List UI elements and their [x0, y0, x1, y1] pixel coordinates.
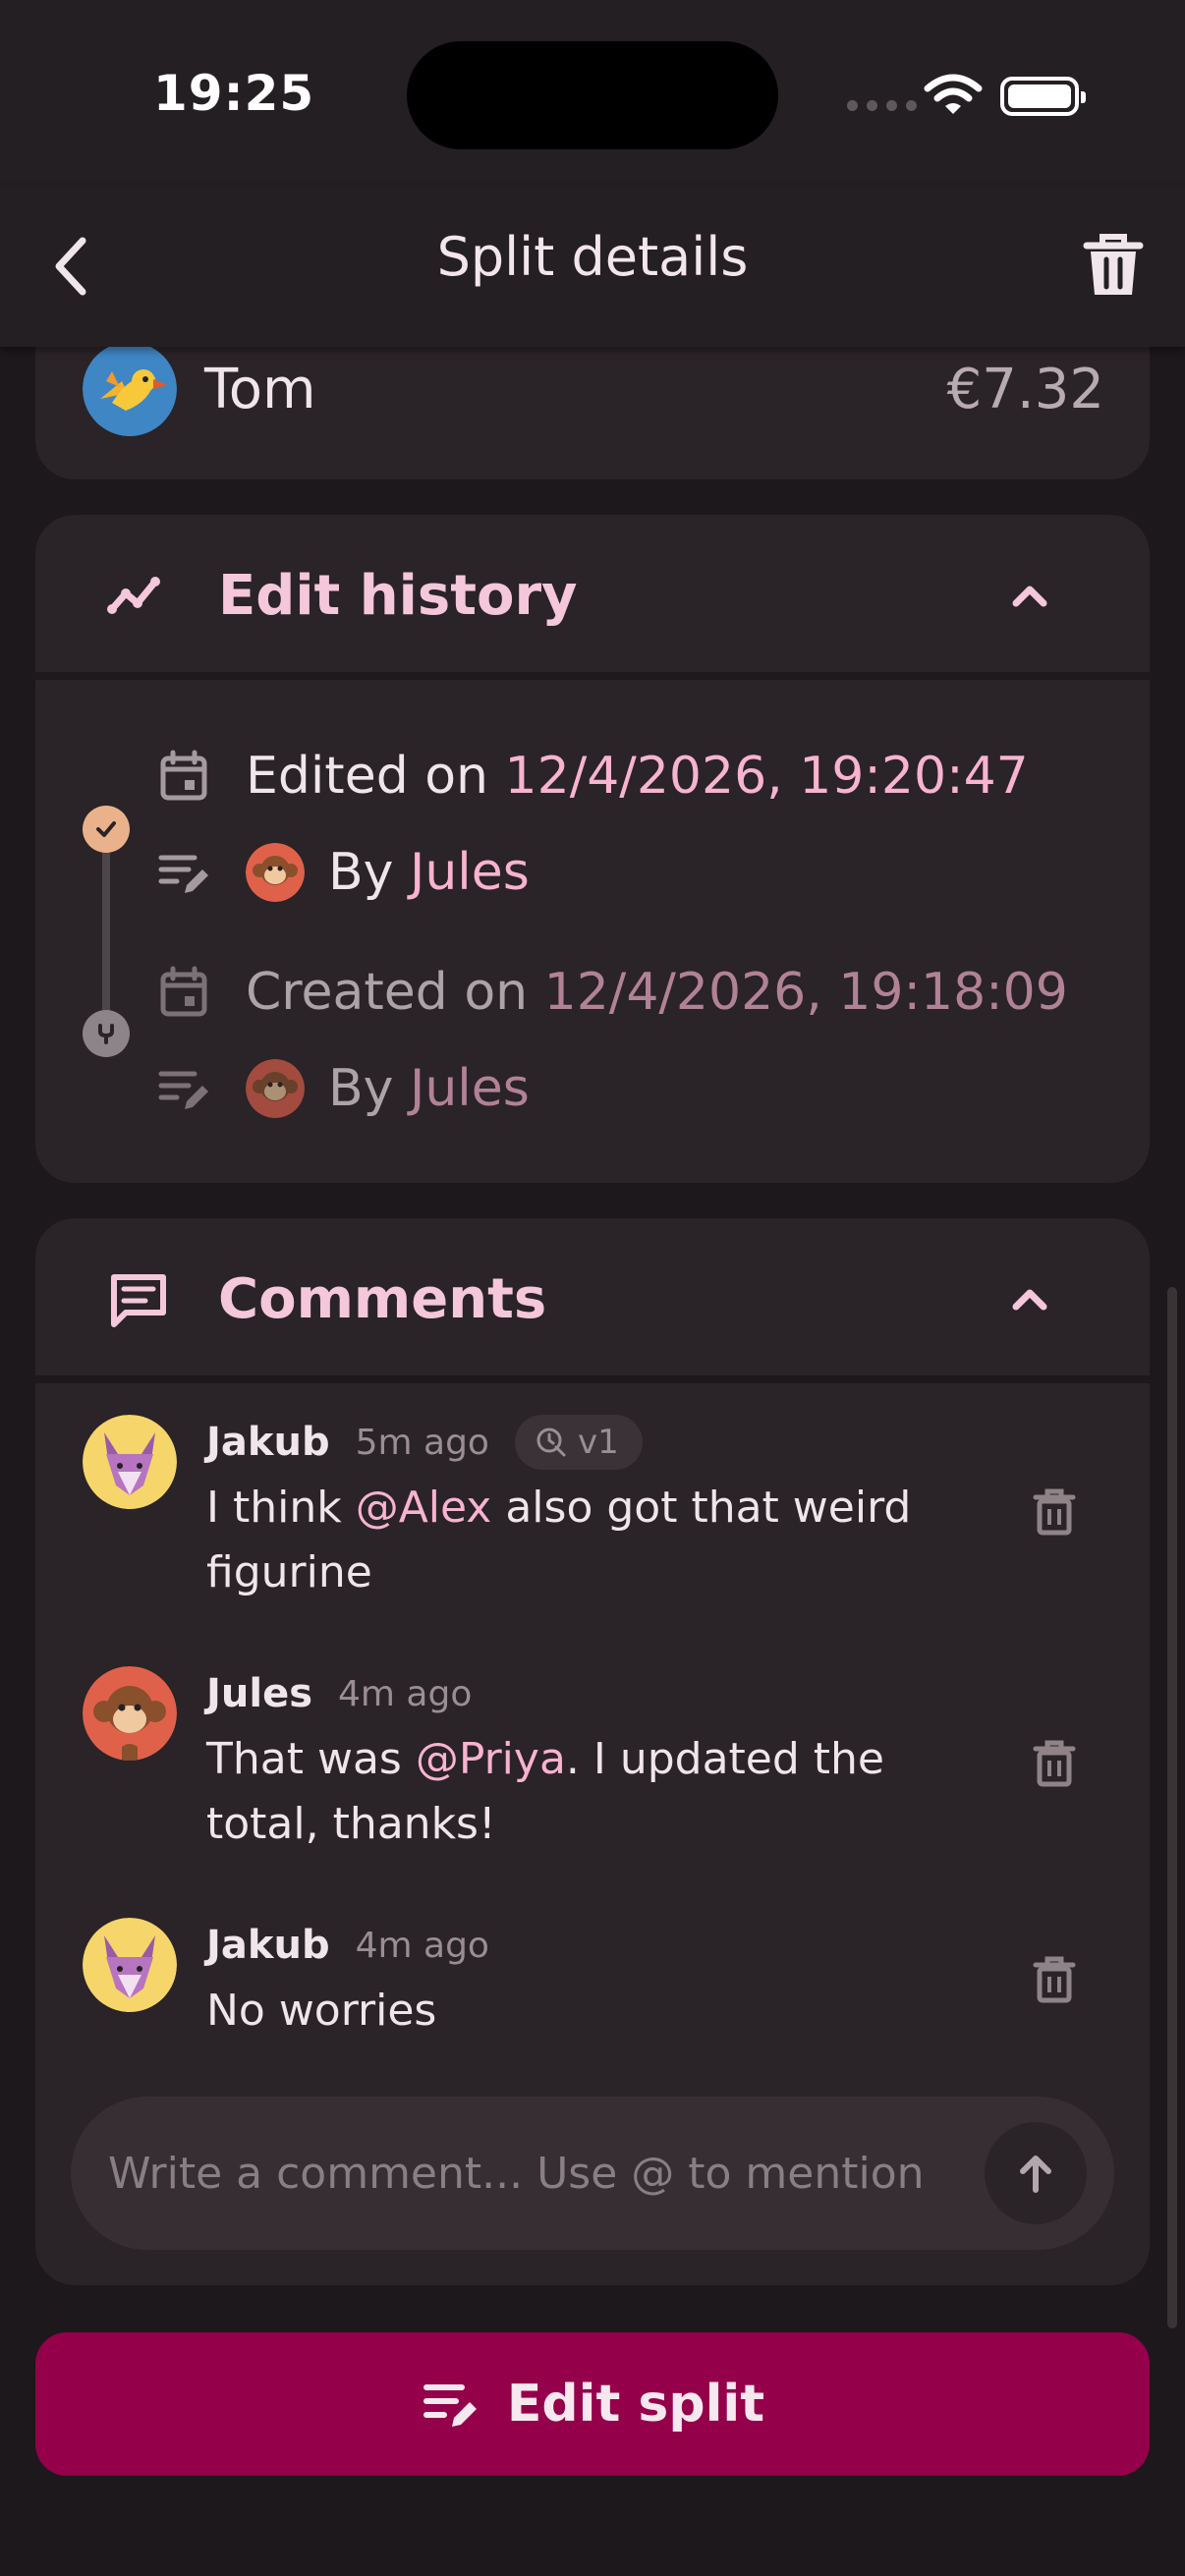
- created-entry-date: Created on 12/4/2026, 19:18:09: [155, 963, 1068, 1022]
- version-icon: [536, 1428, 566, 1457]
- battery-icon: [1000, 77, 1086, 116]
- comment-author: Jakub: [206, 1420, 330, 1465]
- edit-entry-author: By Jules: [155, 843, 530, 902]
- comment-text-part: I think: [206, 1483, 356, 1533]
- trash-icon[interactable]: [1030, 1737, 1079, 1790]
- payer-row[interactable]: Tom €7.32: [83, 342, 1104, 436]
- payer-name: Tom: [204, 357, 316, 421]
- check-icon: [83, 806, 130, 853]
- comment-header: Jules 4m ago: [206, 1666, 472, 1721]
- comment-item: Jules 4m ago That was @Priya. I updated …: [83, 1666, 1076, 1863]
- comments-header[interactable]: Comments: [35, 1218, 1150, 1379]
- edit-history-header[interactable]: Edit history: [35, 515, 1150, 676]
- comment-header: Jakub 4m ago: [206, 1918, 489, 1973]
- chat-icon: [111, 1274, 166, 1327]
- comment-input-bar: [71, 2097, 1114, 2250]
- chevron-up-icon[interactable]: [1000, 1269, 1059, 1328]
- avatar-jakub: [83, 1415, 177, 1509]
- payer-amount: €7.32: [946, 357, 1104, 421]
- comment-item: Jakub 5m ago v1 I think @Alex also got t…: [83, 1415, 1076, 1611]
- edit-list-icon: [158, 1071, 208, 1109]
- delete-split-button[interactable]: [1083, 232, 1144, 301]
- edit-prefix: Edited on: [246, 747, 505, 806]
- edit-list-icon: [158, 855, 208, 893]
- comment-text-part: That was: [206, 1734, 416, 1784]
- avatar-jules: [246, 843, 305, 902]
- edit-split-button[interactable]: Edit split: [35, 2332, 1150, 2476]
- created-prefix: Created on: [246, 963, 544, 1022]
- chevron-up-icon[interactable]: [1000, 566, 1059, 625]
- edit-list-icon: [423, 2384, 477, 2427]
- comment-input[interactable]: [108, 2148, 985, 2199]
- comment-time: 5m ago: [355, 1422, 489, 1463]
- comment-text: That was @Priya. I updated the total, th…: [206, 1727, 973, 1857]
- app-header: Split details: [0, 187, 1185, 347]
- version-badge: v1: [514, 1415, 643, 1470]
- edit-by-label: By: [328, 843, 410, 902]
- comment-author: Jakub: [206, 1923, 330, 1968]
- comment-time: 4m ago: [355, 1925, 489, 1966]
- created-by-label: By: [328, 1059, 410, 1118]
- edit-user[interactable]: Jules: [410, 843, 530, 902]
- trend-icon: [107, 577, 160, 614]
- mention-link[interactable]: @Alex: [356, 1483, 492, 1533]
- comment-author: Jules: [206, 1671, 313, 1716]
- comments-title: Comments: [218, 1267, 547, 1331]
- timeline-line: [102, 828, 110, 1035]
- avatar-jakub: [83, 1918, 177, 2012]
- comment-item: Jakub 4m ago No worries: [83, 1918, 1076, 2055]
- trash-icon[interactable]: [1030, 1953, 1079, 2006]
- edit-history-title: Edit history: [218, 564, 578, 628]
- signal-icon: [847, 100, 917, 111]
- edit-split-label: Edit split: [506, 2375, 765, 2434]
- comment-text: No worries: [206, 1986, 437, 2036]
- mention-link[interactable]: @Priya: [416, 1734, 566, 1784]
- created-datetime: 12/4/2026, 19:18:09: [543, 963, 1068, 1022]
- screen: Tom €7.32 Edit history Edited on 12/4/20…: [0, 0, 1185, 2576]
- comment-text: I think @Alex also got that weird figuri…: [206, 1476, 973, 1605]
- trash-icon: [1083, 234, 1144, 295]
- trash-icon[interactable]: [1030, 1485, 1079, 1539]
- wifi-icon: [924, 74, 983, 114]
- fork-icon: [83, 1010, 130, 1057]
- created-user[interactable]: Jules: [410, 1059, 530, 1118]
- edit-datetime: 12/4/2026, 19:20:47: [504, 747, 1029, 806]
- status-time: 19:25: [153, 65, 315, 122]
- version-label: v1: [577, 1423, 619, 1462]
- avatar-jules: [83, 1666, 177, 1761]
- edit-entry-date: Edited on 12/4/2026, 19:20:47: [155, 747, 1029, 806]
- dynamic-island: [407, 41, 778, 149]
- avatar-jules: [246, 1059, 305, 1118]
- status-bar: 19:25: [0, 0, 1185, 187]
- calendar-icon: [160, 966, 207, 1017]
- comment-time: 4m ago: [338, 1673, 473, 1714]
- avatar-tom: [83, 342, 177, 436]
- created-entry-author: By Jules: [155, 1059, 530, 1118]
- scrollbar[interactable]: [1167, 1287, 1177, 2328]
- send-button[interactable]: [985, 2122, 1087, 2224]
- calendar-icon: [160, 750, 207, 801]
- send-arrow-icon: [1020, 2156, 1051, 2193]
- page-title: Split details: [436, 226, 749, 288]
- comment-header: Jakub 5m ago v1: [206, 1415, 643, 1470]
